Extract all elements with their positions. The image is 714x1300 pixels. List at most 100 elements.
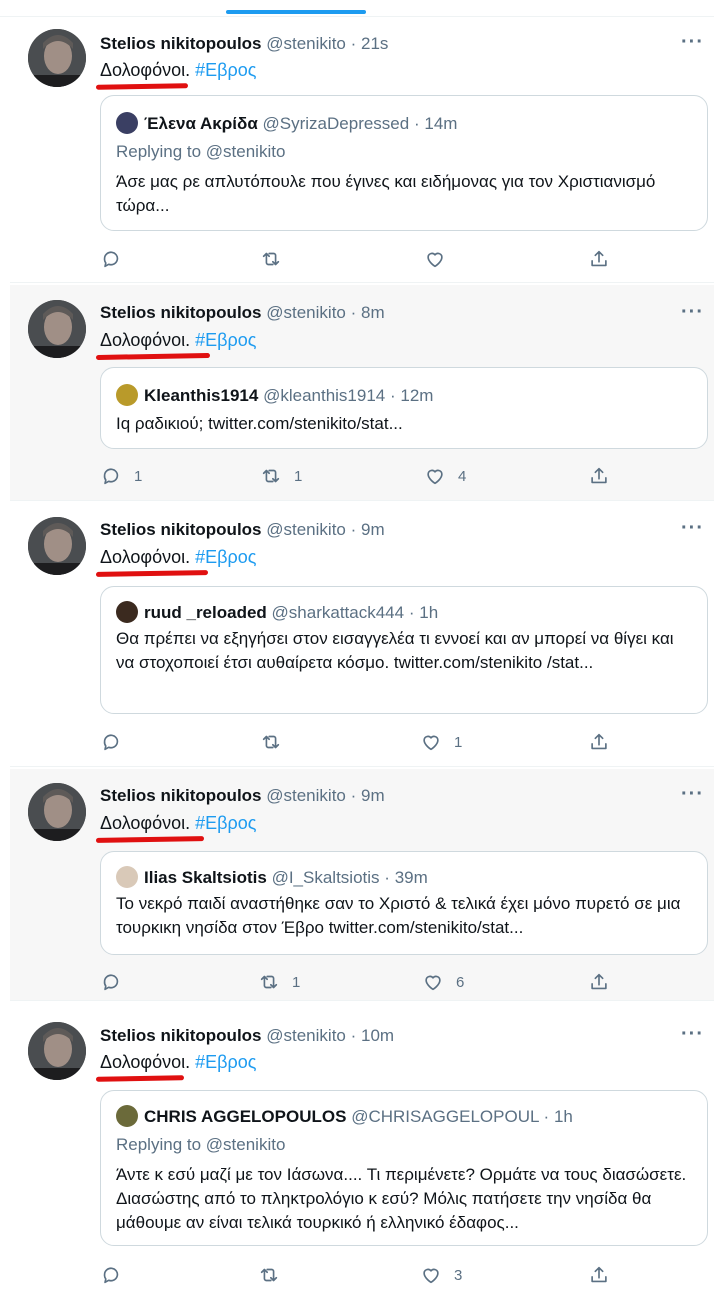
more-icon[interactable]: ··· bbox=[681, 31, 704, 54]
author-handle[interactable]: @stenikito bbox=[266, 1026, 346, 1045]
retweet-button[interactable] bbox=[260, 246, 294, 272]
author-name[interactable]: Stelios nikitopoulos bbox=[100, 786, 262, 805]
share-button[interactable] bbox=[588, 969, 610, 995]
author-name[interactable]: Stelios nikitopoulos bbox=[100, 34, 262, 53]
avatar[interactable] bbox=[28, 29, 86, 87]
reply-button[interactable] bbox=[100, 969, 134, 995]
retweet-count: 1 bbox=[292, 973, 301, 991]
more-icon[interactable]: ··· bbox=[681, 301, 704, 324]
like-button[interactable]: 3 bbox=[420, 1262, 462, 1288]
tweet-time[interactable]: 8m bbox=[361, 303, 385, 322]
tweet-card[interactable]: Stelios nikitopoulos @stenikito · 8m ···… bbox=[10, 285, 714, 501]
quote-author-handle: @kleanthis1914 bbox=[263, 386, 386, 405]
red-underline-mark bbox=[95, 836, 205, 843]
retweet-button[interactable]: 1 bbox=[260, 463, 302, 489]
tweet-text: Δολοφόνοι. #Εβρος bbox=[100, 1052, 256, 1073]
reply-button[interactable] bbox=[100, 729, 134, 755]
quote-author-handle: @I_Skaltsiotis bbox=[271, 868, 380, 887]
reply-button[interactable]: 1 bbox=[100, 463, 142, 489]
quoted-tweet[interactable]: Ilias Skaltsiotis @I_Skaltsiotis · 39m Τ… bbox=[100, 851, 708, 955]
replying-to: Replying to @stenikito bbox=[116, 1135, 286, 1154]
quoted-tweet[interactable]: ruud _reloaded @sharkattack444 · 1h Θα π… bbox=[100, 586, 708, 714]
author-handle[interactable]: @stenikito bbox=[266, 303, 346, 322]
quote-header: Ilias Skaltsiotis @I_Skaltsiotis · 39m bbox=[116, 866, 428, 888]
quote-body: Το νεκρό παιδί αναστήθηκε σαν το Χριστό … bbox=[116, 894, 681, 937]
author-name[interactable]: Stelios nikitopoulos bbox=[100, 1026, 262, 1045]
tweet-card[interactable]: Stelios nikitopoulos @stenikito · 10m ··… bbox=[10, 1010, 714, 1300]
share-button[interactable] bbox=[588, 1262, 610, 1288]
like-button[interactable]: 4 bbox=[424, 463, 466, 489]
avatar[interactable] bbox=[28, 517, 86, 575]
retweet-button[interactable]: 1 bbox=[258, 969, 300, 995]
tweet-time[interactable]: 9m bbox=[361, 786, 385, 805]
author-name[interactable]: Stelios nikitopoulos bbox=[100, 303, 262, 322]
quote-header: Kleanthis1914 @kleanthis1914 · 12m bbox=[116, 384, 433, 406]
hashtag-link[interactable]: #Εβρος bbox=[195, 60, 256, 80]
quoted-tweet[interactable]: Kleanthis1914 @kleanthis1914 · 12m Ιq ρα… bbox=[100, 367, 708, 449]
author-handle[interactable]: @stenikito bbox=[266, 520, 346, 539]
share-button[interactable] bbox=[588, 246, 610, 272]
like-icon bbox=[427, 469, 443, 485]
hashtag-link[interactable]: #Εβρος bbox=[195, 330, 256, 350]
quote-body: Άσε μας ρε απλυτόπουλε που έγινες και ει… bbox=[116, 172, 656, 215]
more-icon[interactable]: ··· bbox=[681, 517, 704, 540]
avatar[interactable] bbox=[28, 1022, 86, 1080]
quote-author-name: Ilias Skaltsiotis bbox=[144, 868, 267, 887]
retweet-icon bbox=[262, 252, 280, 266]
tweet-card[interactable]: Stelios nikitopoulos @stenikito · 21s ··… bbox=[10, 17, 714, 283]
quote-body: Θα πρέπει να εξηγήσει στον εισαγγελέα τι… bbox=[116, 629, 674, 672]
tweet-header: Stelios nikitopoulos @stenikito · 10m bbox=[100, 1026, 394, 1046]
tweet-header: Stelios nikitopoulos @stenikito · 9m bbox=[100, 520, 385, 540]
tweet-header: Stelios nikitopoulos @stenikito · 9m bbox=[100, 786, 385, 806]
separator-dot: · bbox=[384, 868, 390, 887]
separator-dot: · bbox=[413, 114, 420, 133]
quote-author-name: CHRIS AGGELOPOULOS bbox=[144, 1107, 347, 1126]
author-handle[interactable]: @stenikito bbox=[266, 34, 346, 53]
avatar[interactable] bbox=[28, 300, 86, 358]
red-underline-mark bbox=[95, 353, 211, 360]
share-icon bbox=[591, 733, 607, 750]
retweet-icon bbox=[260, 975, 278, 989]
quote-header: Έλενα Ακρίδα @SyrizaDepressed · 14m bbox=[116, 112, 457, 134]
separator-dot: · bbox=[389, 386, 396, 405]
reply-button[interactable] bbox=[100, 246, 134, 272]
separator-dot: · bbox=[543, 1107, 550, 1126]
tweet-time[interactable]: 9m bbox=[361, 520, 385, 539]
quote-time: 14m bbox=[424, 114, 458, 133]
tweet-text-main: Δολοφόνοι. bbox=[100, 330, 191, 350]
quote-time: 1h bbox=[419, 603, 439, 622]
like-button[interactable]: 1 bbox=[420, 729, 462, 755]
retweet-button[interactable] bbox=[260, 729, 294, 755]
hashtag-link[interactable]: #Εβρος bbox=[195, 1052, 256, 1072]
quote-header: CHRIS AGGELOPOULOS @CHRISAGGELOPOUL · 1h bbox=[116, 1105, 573, 1127]
hashtag-link[interactable]: #Εβρος bbox=[195, 813, 256, 833]
author-name[interactable]: Stelios nikitopoulos bbox=[100, 520, 262, 539]
more-icon[interactable]: ··· bbox=[681, 1023, 704, 1046]
tweet-time[interactable]: 21s bbox=[361, 34, 388, 53]
tweet-text-main: Δολοφόνοι. bbox=[100, 547, 191, 567]
separator-dot: · bbox=[350, 1026, 357, 1045]
more-icon[interactable]: ··· bbox=[681, 783, 704, 806]
like-button[interactable]: 6 bbox=[422, 969, 464, 995]
like-button[interactable] bbox=[424, 246, 458, 272]
reply-button[interactable] bbox=[100, 1262, 134, 1288]
separator-dot: · bbox=[350, 786, 357, 805]
tweet-card[interactable]: Stelios nikitopoulos @stenikito · 9m ···… bbox=[10, 503, 714, 767]
like-count: 6 bbox=[456, 973, 465, 991]
tweet-time[interactable]: 10m bbox=[361, 1026, 394, 1045]
share-button[interactable] bbox=[588, 463, 610, 489]
replying-to: Replying to @stenikito bbox=[116, 142, 286, 161]
tweet-header: Stelios nikitopoulos @stenikito · 8m bbox=[100, 303, 385, 323]
author-handle[interactable]: @stenikito bbox=[266, 786, 346, 805]
quoted-tweet[interactable]: CHRIS AGGELOPOULOS @CHRISAGGELOPOUL · 1h… bbox=[100, 1090, 708, 1246]
hashtag-link[interactable]: #Εβρος bbox=[195, 547, 256, 567]
retweet-icon bbox=[262, 735, 280, 749]
avatar[interactable] bbox=[28, 783, 86, 841]
share-button[interactable] bbox=[588, 729, 610, 755]
tweet-text-main: Δολοφόνοι. bbox=[100, 1052, 191, 1072]
separator-dot: · bbox=[350, 34, 357, 53]
quoted-tweet[interactable]: Έλενα Ακρίδα @SyrizaDepressed · 14m Repl… bbox=[100, 95, 708, 231]
tweet-card[interactable]: Stelios nikitopoulos @stenikito · 9m ···… bbox=[10, 769, 714, 1001]
separator-dot: · bbox=[350, 303, 357, 322]
retweet-button[interactable] bbox=[258, 1262, 292, 1288]
